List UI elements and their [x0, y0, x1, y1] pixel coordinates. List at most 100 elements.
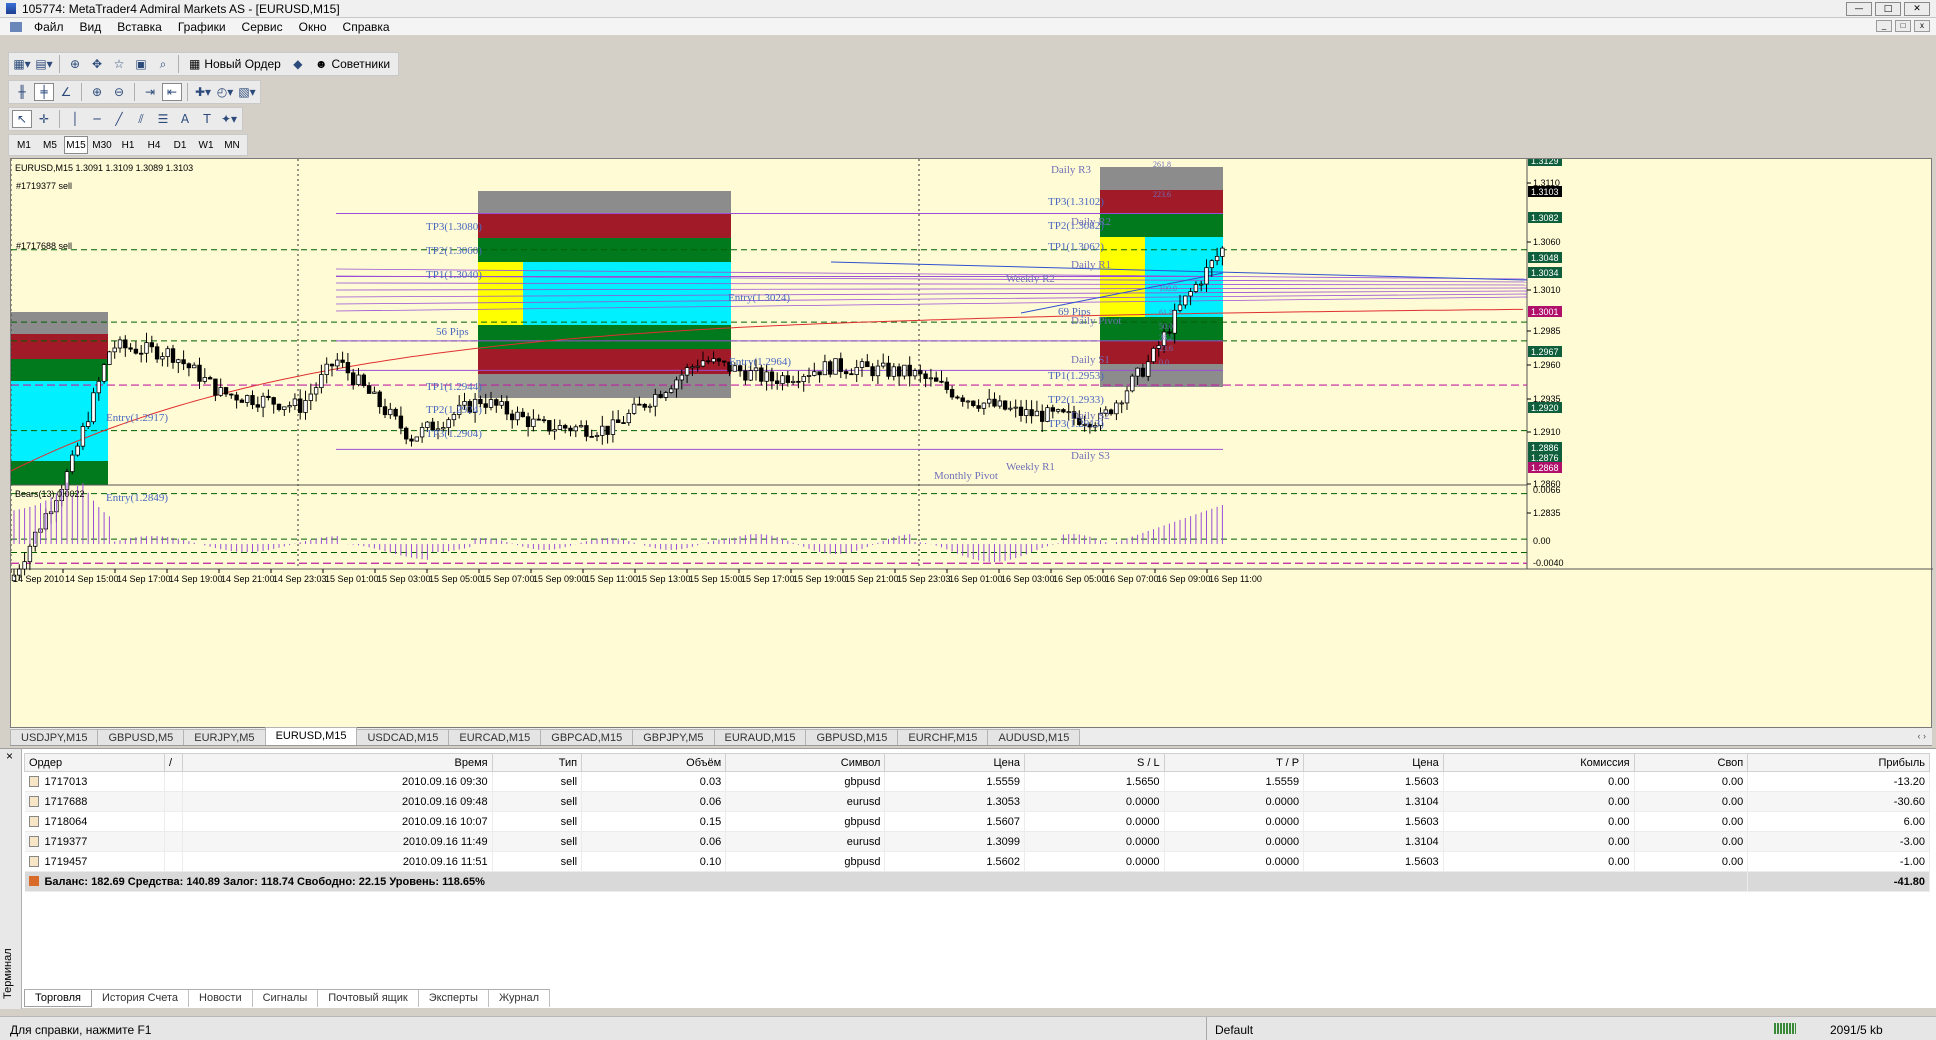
timeframe-m15[interactable]: M15 — [64, 136, 88, 154]
timeframe-h1[interactable]: H1 — [116, 136, 140, 154]
periods-icon[interactable]: ◴▾ — [215, 83, 235, 101]
text-icon[interactable]: A — [175, 110, 195, 128]
column-header[interactable]: Объём — [581, 753, 727, 772]
fibonacci-icon[interactable]: ☰ — [153, 110, 173, 128]
column-header[interactable]: Время — [182, 753, 493, 772]
column-header[interactable]: Тип — [491, 753, 583, 772]
timeframe-d1[interactable]: D1 — [168, 136, 192, 154]
candle-body — [308, 393, 313, 401]
menu-view[interactable]: Вид — [72, 20, 110, 34]
mdi-close-button[interactable]: x — [1914, 20, 1930, 32]
profiles-icon[interactable]: ▤▾ — [34, 55, 54, 73]
terminal-tab[interactable]: Новости — [189, 990, 253, 1007]
column-header[interactable]: Цена — [884, 753, 1025, 772]
column-header[interactable]: Своп — [1633, 753, 1749, 772]
equidistant-channel-icon[interactable]: ⫽ — [131, 110, 151, 128]
menu-window[interactable]: Окно — [291, 20, 335, 34]
experts-button[interactable]: ☻ Советники — [310, 55, 395, 73]
column-header[interactable]: / — [164, 753, 183, 772]
market-watch-icon[interactable]: ⊕ — [65, 55, 85, 73]
symbol-tab[interactable]: GBPCAD,M15 — [540, 729, 634, 745]
column-header[interactable]: T / P — [1163, 753, 1305, 772]
column-header[interactable]: Ордер — [24, 753, 165, 772]
timeframe-m30[interactable]: M30 — [90, 136, 114, 154]
price-chart[interactable]: EURUSD,M15 1.3091 1.3109 1.3089 1.3103 Be… — [11, 159, 1933, 729]
menu-help[interactable]: Справка — [335, 20, 398, 34]
column-header[interactable]: Прибыль — [1747, 753, 1930, 772]
bar-chart-icon[interactable]: ╫ — [12, 83, 32, 101]
text-label-icon[interactable]: T — [197, 110, 217, 128]
navigator-icon[interactable]: ✥ — [87, 55, 107, 73]
zoom-out-icon[interactable]: ⊖ — [109, 83, 129, 101]
close-button[interactable]: ✕ — [1904, 2, 1930, 16]
mdi-minimize-button[interactable]: _ — [1876, 20, 1892, 32]
menu-insert[interactable]: Вставка — [109, 20, 170, 34]
mdi-restore-button[interactable]: □ — [1895, 20, 1911, 32]
symbol-tab[interactable]: USDCAD,M15 — [356, 729, 450, 745]
zoom-in-icon[interactable]: ⊕ — [87, 83, 107, 101]
timeframe-m1[interactable]: M1 — [12, 136, 36, 154]
symbol-tab[interactable]: USDJPY,M15 — [10, 729, 99, 745]
column-header[interactable]: Цена — [1303, 753, 1444, 772]
order-row[interactable]: 1717688 2010.09.16 09:48 sell 0.06 eurusd 1.3… — [24, 791, 1930, 812]
terminal-tab[interactable]: Эксперты — [419, 990, 489, 1007]
symbol-tab[interactable]: GBPUSD,M5 — [97, 729, 185, 745]
column-header[interactable]: S / L — [1024, 753, 1165, 772]
order-row[interactable]: 1717013 2010.09.16 09:30 sell 0.03 gbpusd 1.5… — [24, 771, 1930, 792]
chart-window[interactable]: EURUSD,M15 1.3091 1.3109 1.3089 1.3103 Be… — [10, 158, 1933, 729]
status-profile[interactable]: Default — [1206, 1017, 1456, 1040]
templates-icon[interactable]: ▧▾ — [237, 83, 257, 101]
terminal-tab[interactable]: Торговля — [24, 990, 92, 1007]
maximize-button[interactable]: □ — [1875, 2, 1901, 16]
timeframe-mn[interactable]: MN — [220, 136, 244, 154]
symbol-tab[interactable]: GBPJPY,M5 — [632, 729, 715, 745]
line-chart-icon[interactable]: ∠ — [56, 83, 76, 101]
column-header[interactable]: Комиссия — [1442, 753, 1635, 772]
new-chart-icon[interactable]: ▦▾ — [12, 55, 32, 73]
candlestick-icon[interactable]: ╪ — [34, 83, 54, 101]
tab-scroll-arrows[interactable]: ‹ › — [1918, 731, 1927, 741]
terminal-icon[interactable]: ▣ — [131, 55, 151, 73]
candle-body — [1135, 367, 1140, 377]
terminal-close-icon[interactable]: × — [6, 749, 13, 763]
tester-icon[interactable]: ⌕ — [153, 55, 173, 73]
symbol-tab[interactable]: EURCAD,M15 — [448, 729, 542, 745]
symbol-tab[interactable]: EURAUD,M15 — [713, 729, 807, 745]
symbol-tab[interactable]: EURJPY,M5 — [183, 729, 266, 745]
terminal-tab[interactable]: Сигналы — [253, 990, 319, 1007]
timeframe-m5[interactable]: M5 — [38, 136, 62, 154]
trendline-icon[interactable]: ╱ — [109, 110, 129, 128]
symbol-tab[interactable]: AUDUSD,M15 — [987, 729, 1081, 745]
price-tag-label: 1.2886 — [1531, 443, 1559, 453]
metaeditor-icon[interactable]: ◆ — [288, 55, 308, 73]
symbol-tab[interactable]: EURUSD,M15 — [264, 727, 358, 745]
title-bar: 105774: MetaTrader4 Admiral Markets AS -… — [0, 0, 1936, 18]
menu-file[interactable]: Файл — [26, 20, 72, 34]
new-order-button[interactable]: ▦ Новый Ордер — [184, 55, 286, 73]
symbol-tab[interactable]: EURCHF,M15 — [897, 729, 989, 745]
order-row[interactable]: 1718064 2010.09.16 10:07 sell 0.15 gbpusd 1.5… — [24, 811, 1930, 832]
minimize-button[interactable]: — — [1846, 2, 1872, 16]
terminal-tab[interactable]: Почтовый ящик — [318, 990, 419, 1007]
arrows-icon[interactable]: ✦▾ — [219, 110, 239, 128]
vertical-line-icon[interactable]: │ — [65, 110, 85, 128]
order-commission-cell: 0.00 — [1443, 811, 1635, 832]
order-row[interactable]: 1719377 2010.09.16 11:49 sell 0.06 eurusd 1.3… — [24, 831, 1930, 852]
auto-scroll-icon[interactable]: ⇥ — [140, 83, 160, 101]
chart-shift-icon[interactable]: ⇤ — [162, 83, 182, 101]
indicators-icon[interactable]: ✚▾ — [193, 83, 213, 101]
timeframe-h4[interactable]: H4 — [142, 136, 166, 154]
order-row[interactable]: 1719457 2010.09.16 11:51 sell 0.10 gbpusd 1.5… — [24, 851, 1930, 872]
cursor-icon[interactable]: ↖ — [12, 110, 32, 128]
candle-body — [297, 398, 303, 413]
timeframe-w1[interactable]: W1 — [194, 136, 218, 154]
menu-charts[interactable]: Графики — [170, 20, 234, 34]
column-header[interactable]: Символ — [725, 753, 886, 772]
symbol-tab[interactable]: GBPUSD,M15 — [805, 729, 899, 745]
terminal-tab[interactable]: Журнал — [489, 990, 551, 1007]
menu-tools[interactable]: Сервис — [234, 20, 291, 34]
terminal-tab[interactable]: История Счета — [92, 990, 190, 1007]
crosshair-icon[interactable]: ✛ — [34, 110, 54, 128]
data-window-icon[interactable]: ☆ — [109, 55, 129, 73]
horizontal-line-icon[interactable]: ─ — [87, 110, 107, 128]
